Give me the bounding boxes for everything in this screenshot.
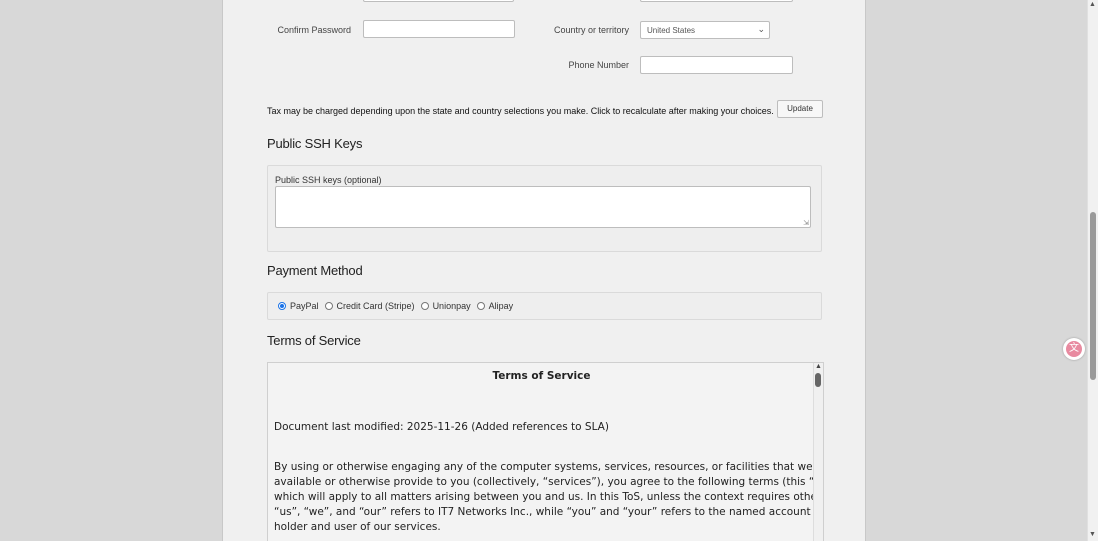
country-select[interactable]: United States ⌄ — [640, 21, 770, 39]
ssh-field-label: Public SSH keys (optional) — [275, 175, 382, 185]
tos-line: “us”, “we”, and “our” refers to IT7 Netw… — [274, 506, 811, 518]
translate-icon: 文 — [1066, 341, 1082, 357]
payment-heading: Payment Method — [267, 263, 363, 278]
address-field[interactable] — [640, 0, 793, 2]
update-button[interactable]: Update — [777, 100, 823, 118]
scroll-up-arrow-icon[interactable]: ▲ — [1089, 1, 1096, 8]
radio-icon[interactable] — [476, 302, 485, 310]
tos-scrollbar[interactable]: ▲ — [813, 363, 823, 541]
password-field[interactable] — [363, 0, 514, 2]
payment-options: PayPal Credit Card (Stripe) Unionpay Ali… — [278, 301, 519, 311]
tos-paragraph: By using or otherwise engaging any of th… — [274, 460, 824, 535]
window-scrollbar-thumb[interactable] — [1090, 212, 1096, 380]
payment-option-label: PayPal — [290, 301, 319, 311]
phone-label: Phone Number — [568, 60, 629, 70]
payment-option-stripe[interactable]: Credit Card (Stripe) — [324, 301, 415, 311]
ssh-keys-textarea[interactable]: ⇲ — [275, 186, 811, 228]
tos-box-title: Terms of Service — [492, 370, 591, 382]
payment-option-unionpay[interactable]: Unionpay — [420, 301, 471, 311]
radio-selected-icon[interactable] — [278, 302, 286, 310]
payment-panel: PayPal Credit Card (Stripe) Unionpay Ali… — [267, 292, 822, 320]
tos-line: available or otherwise provide to you (c… — [274, 476, 824, 488]
confirm-password-label: Confirm Password — [277, 25, 351, 35]
chevron-down-icon: ⌄ — [757, 24, 765, 34]
tax-note: Tax may be charged depending upon the st… — [267, 106, 774, 116]
tos-scroll-box[interactable]: Terms of Service Document last modified:… — [267, 362, 824, 541]
country-select-value: United States — [647, 26, 696, 35]
payment-option-alipay[interactable]: Alipay — [476, 301, 514, 311]
radio-icon[interactable] — [420, 302, 429, 310]
resize-grip-icon[interactable]: ⇲ — [803, 219, 809, 227]
payment-option-label: Unionpay — [432, 301, 471, 311]
translate-floating-button[interactable]: 文 — [1063, 338, 1085, 360]
radio-icon[interactable] — [324, 302, 333, 310]
tos-line: which will apply to all matters arising … — [274, 491, 824, 503]
scroll-down-arrow-icon[interactable]: ▼ — [1089, 531, 1096, 538]
tos-line: By using or otherwise engaging any of th… — [274, 461, 824, 473]
ssh-heading: Public SSH Keys — [267, 136, 363, 151]
tos-scrollbar-thumb[interactable] — [815, 373, 821, 387]
tos-heading: Terms of Service — [267, 333, 361, 348]
payment-option-label: Alipay — [488, 301, 514, 311]
payment-option-paypal[interactable]: PayPal — [278, 301, 319, 311]
window-scrollbar[interactable]: ▲ ▼ — [1087, 0, 1098, 541]
tos-line: holder and user of our services. — [274, 521, 441, 533]
phone-field[interactable] — [640, 56, 793, 74]
country-label: Country or territory — [553, 25, 629, 35]
page-content: Confirm Password Country or territory Un… — [222, 0, 866, 541]
ssh-panel: Public SSH keys (optional) ⇲ — [267, 165, 822, 252]
scroll-up-arrow-icon[interactable]: ▲ — [815, 363, 822, 370]
tos-modified: Document last modified: 2025-11-26 (Adde… — [274, 421, 609, 433]
payment-option-label: Credit Card (Stripe) — [336, 301, 415, 311]
confirm-password-field[interactable] — [363, 20, 515, 38]
